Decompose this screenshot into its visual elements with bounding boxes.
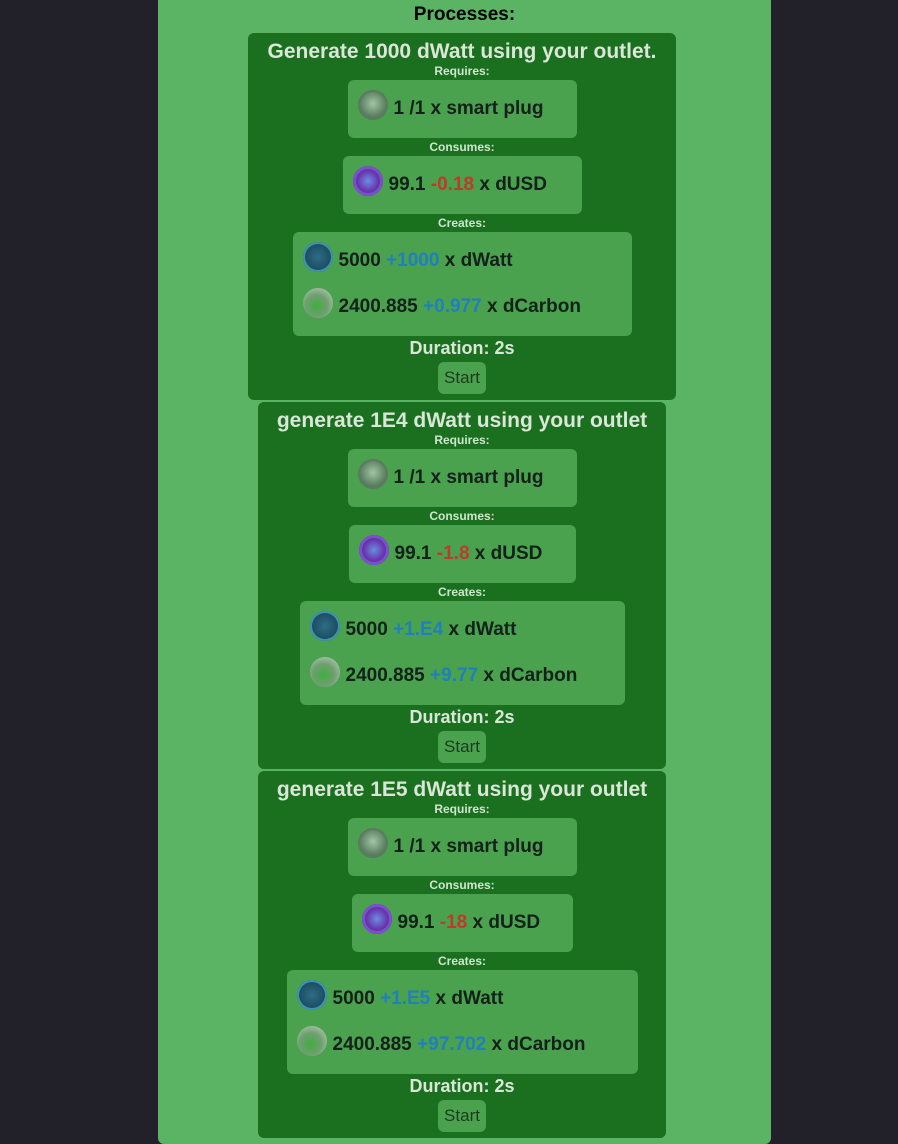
dcarbon-icon: [296, 1026, 327, 1056]
consumes-label: Consumes:: [429, 140, 495, 154]
requirement-name: x smart plug: [430, 98, 544, 119]
dcarbon-icon: [309, 657, 340, 687]
consumes-box: 99.1 -1.8 x dUSD: [348, 525, 576, 583]
requirement-amount: 1 /1: [393, 836, 426, 857]
output-resource: x dCarbon: [491, 1034, 586, 1055]
duration-text: Duration: 2s: [409, 707, 515, 727]
consumes-label: Consumes:: [429, 878, 495, 892]
requires-label: Requires:: [434, 802, 490, 816]
smart-plug-icon: [357, 459, 388, 489]
consumption-resource: x dUSD: [474, 543, 543, 564]
process-title: generate 1E4 dWatt using your outlet: [276, 409, 648, 432]
dwatt-icon: [302, 242, 333, 272]
requirement-row: 1 /1 x smart plug: [357, 818, 567, 876]
requirement-row: 1 /1 x smart plug: [357, 80, 567, 138]
smart-plug-icon: [357, 90, 388, 120]
consumption-resource: x dUSD: [472, 912, 541, 933]
creates-box: 5000 +1.E4 x dWatt 2400.885 +9.77 x dCar…: [299, 601, 625, 705]
consumes-label: Consumes:: [429, 509, 495, 523]
dcarbon-icon: [302, 288, 333, 318]
dwatt-icon: [296, 980, 327, 1010]
requires-label: Requires:: [434, 64, 490, 78]
output-amount: 5000: [338, 250, 381, 271]
output-row: 2400.885 +9.77 x dCarbon: [309, 653, 615, 699]
output-delta: +9.77: [430, 665, 479, 686]
output-row: 5000 +1000 x dWatt: [302, 238, 622, 284]
output-resource: x dCarbon: [486, 296, 581, 317]
output-amount: 5000: [345, 619, 388, 640]
dwatt-icon: [309, 611, 340, 641]
dusd-icon: [361, 904, 392, 934]
output-resource: x dCarbon: [483, 665, 578, 686]
requirement-row: 1 /1 x smart plug: [357, 449, 567, 507]
start-button[interactable]: Start: [438, 1100, 486, 1132]
consumption-amount: 99.1: [394, 543, 432, 564]
output-resource: x dWatt: [448, 619, 517, 640]
start-button[interactable]: Start: [438, 362, 486, 394]
dusd-icon: [358, 535, 389, 565]
creates-label: Creates:: [437, 216, 487, 230]
processes-panel: Processes: Generate 1000 dWatt using you…: [158, 0, 771, 1144]
consumption-delta: -18: [439, 912, 468, 933]
output-amount: 2400.885: [338, 296, 418, 317]
output-delta: +1.E4: [393, 619, 444, 640]
output-row: 5000 +1.E5 x dWatt: [296, 976, 628, 1022]
requirement-amount: 1 /1: [393, 467, 426, 488]
output-amount: 5000: [332, 988, 375, 1009]
consumes-box: 99.1 -0.18 x dUSD: [342, 156, 582, 214]
duration-text: Duration: 2s: [409, 1076, 515, 1096]
consumption-amount: 99.1: [388, 174, 426, 195]
consumption-row: 99.1 -1.8 x dUSD: [358, 525, 566, 583]
process-title: generate 1E5 dWatt using your outlet: [276, 778, 648, 801]
output-row: 5000 +1.E4 x dWatt: [309, 607, 615, 653]
requires-box: 1 /1 x smart plug: [347, 818, 577, 876]
consumption-delta: -0.18: [430, 174, 475, 195]
process-card: generate 1E5 dWatt using your outlet Req…: [258, 771, 666, 1138]
requires-label: Requires:: [434, 433, 490, 447]
smart-plug-icon: [357, 828, 388, 858]
output-row: 2400.885 +97.702 x dCarbon: [296, 1022, 628, 1068]
creates-label: Creates:: [437, 954, 487, 968]
creates-box: 5000 +1000 x dWatt 2400.885 +0.977 x dCa…: [292, 232, 632, 336]
consumes-box: 99.1 -18 x dUSD: [351, 894, 573, 952]
output-resource: x dWatt: [444, 250, 513, 271]
start-button[interactable]: Start: [438, 731, 486, 763]
process-title: Generate 1000 dWatt using your outlet.: [267, 40, 657, 63]
requirement-name: x smart plug: [430, 836, 544, 857]
output-resource: x dWatt: [435, 988, 504, 1009]
process-card: Generate 1000 dWatt using your outlet. R…: [248, 33, 676, 400]
consumption-delta: -1.8: [436, 543, 470, 564]
output-amount: 2400.885: [332, 1034, 412, 1055]
requires-box: 1 /1 x smart plug: [347, 449, 577, 507]
consumption-resource: x dUSD: [479, 174, 547, 195]
requirement-amount: 1 /1: [393, 98, 426, 119]
requires-box: 1 /1 x smart plug: [347, 80, 577, 138]
output-row: 2400.885 +0.977 x dCarbon: [302, 284, 622, 330]
requirement-name: x smart plug: [430, 467, 544, 488]
consumption-amount: 99.1: [397, 912, 435, 933]
dusd-icon: [352, 166, 383, 196]
process-card: generate 1E4 dWatt using your outlet Req…: [258, 402, 666, 769]
output-delta: +0.977: [423, 296, 482, 317]
output-delta: +1000: [386, 250, 440, 271]
consumption-row: 99.1 -18 x dUSD: [361, 894, 563, 952]
creates-label: Creates:: [437, 585, 487, 599]
creates-box: 5000 +1.E5 x dWatt 2400.885 +97.702 x dC…: [286, 970, 638, 1074]
consumption-row: 99.1 -0.18 x dUSD: [352, 156, 572, 214]
panel-title: Processes:: [413, 4, 516, 25]
output-delta: +1.E5: [380, 988, 431, 1009]
output-amount: 2400.885: [345, 665, 425, 686]
duration-text: Duration: 2s: [409, 338, 515, 358]
output-delta: +97.702: [417, 1034, 487, 1055]
